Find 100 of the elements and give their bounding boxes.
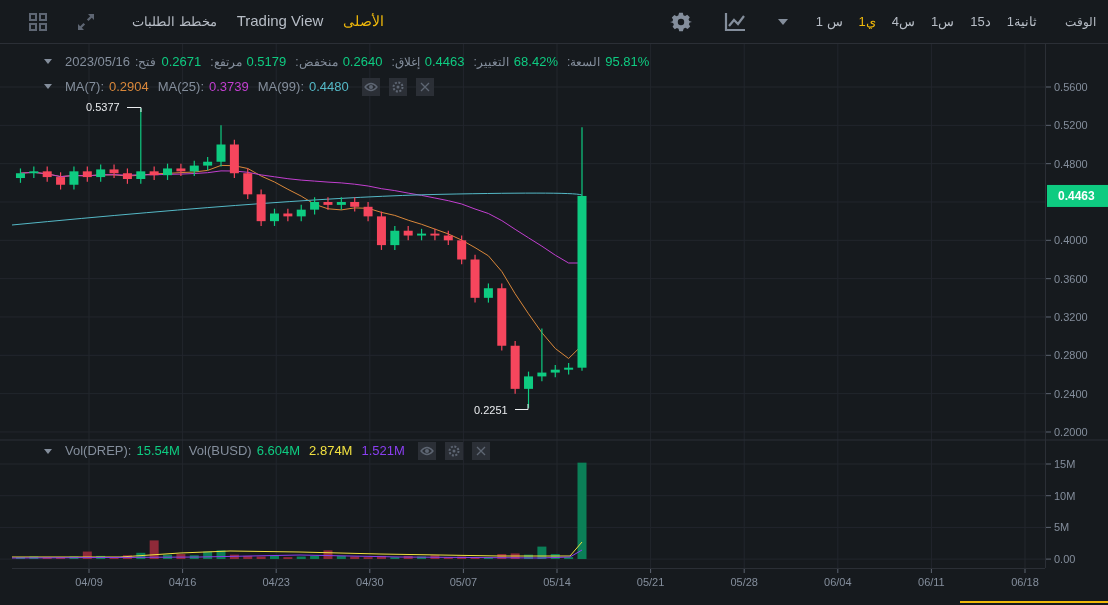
- grid-icon[interactable]: [28, 11, 48, 32]
- candle: [350, 196, 360, 213]
- axis-label: 04/23: [262, 576, 290, 588]
- legend-label: السعة:: [566, 53, 601, 71]
- axis-label: 05/21: [636, 576, 665, 588]
- candle: [376, 211, 386, 251]
- axis-label: 15M: [1054, 458, 1076, 470]
- candle: [457, 234, 467, 265]
- axis-label: 06/04: [824, 576, 852, 588]
- view-tab[interactable]: مخطط الطلبات: [132, 11, 217, 32]
- volume-bar: [350, 556, 360, 559]
- interval-tab[interactable]: 1ي: [858, 11, 876, 32]
- legend-label: MA(99):: [257, 78, 304, 96]
- caret-icon[interactable]: [44, 84, 52, 90]
- price-tag: [1047, 184, 1108, 207]
- candle: [363, 201, 373, 222]
- volume-bar: [296, 556, 306, 559]
- candle: [537, 327, 547, 382]
- settings-icon[interactable]: [388, 77, 407, 96]
- settings-icon[interactable]: [669, 10, 692, 33]
- volume-bar: [96, 555, 106, 559]
- expand-icon[interactable]: [76, 11, 96, 32]
- view-tab[interactable]: الأصلى: [343, 11, 385, 32]
- legend-value: 0.2671: [161, 53, 202, 71]
- volume-bar: [270, 555, 279, 559]
- view-tab[interactable]: Trading View: [236, 10, 324, 33]
- settings-icon[interactable]: [444, 442, 463, 460]
- candle: [430, 228, 440, 241]
- caret-icon[interactable]: [777, 18, 788, 25]
- candle: [270, 208, 279, 227]
- candle: [15, 167, 25, 184]
- axis-label: 0.2800: [1054, 349, 1088, 362]
- candle: [29, 165, 39, 179]
- axis-label: 0.3600: [1054, 272, 1088, 285]
- axis-label: 04/09: [75, 576, 103, 588]
- candle: [403, 225, 413, 241]
- candle: [163, 163, 173, 181]
- volume-bar: [403, 555, 413, 559]
- axis-label: 05/07: [449, 576, 478, 588]
- volume-bar: [510, 553, 520, 559]
- eye-icon[interactable]: [417, 442, 436, 460]
- candle: [109, 164, 119, 179]
- interval-tab[interactable]: 1س: [931, 11, 955, 32]
- legend-label: التغيير:: [473, 53, 509, 71]
- interval-tab[interactable]: 1ثانية: [1006, 11, 1037, 32]
- candle: [483, 282, 493, 304]
- axis-label: 0.2400: [1054, 387, 1088, 400]
- axis-label: 10M: [1054, 489, 1076, 502]
- legend-label: MA(25):: [157, 78, 204, 96]
- legend-label: مرتفع:: [210, 53, 242, 71]
- legend-label: MA(7):: [65, 78, 104, 96]
- interval-tab[interactable]: 4س: [891, 11, 916, 32]
- leader-line: [514, 403, 529, 410]
- line-chart-icon[interactable]: [723, 11, 746, 32]
- candle: [216, 124, 226, 168]
- candle: [323, 196, 333, 211]
- volume-bar: [69, 556, 79, 559]
- axis-label: 04/30: [356, 576, 384, 588]
- candle: [69, 165, 79, 191]
- volume-bar: [256, 556, 266, 559]
- current-price: 0.4463: [1058, 189, 1095, 204]
- volume-bar: [203, 551, 213, 559]
- candle: [176, 163, 186, 177]
- caret-icon[interactable]: [44, 448, 52, 454]
- candle: [56, 171, 66, 191]
- price-label: 0.2251: [474, 404, 508, 416]
- close-icon[interactable]: [471, 442, 490, 460]
- close-icon[interactable]: [415, 77, 434, 96]
- legend-value: 15.54M: [136, 442, 180, 461]
- volume-bar: [417, 556, 427, 559]
- candle: [443, 230, 453, 246]
- volume-bar: [550, 554, 560, 559]
- candle: [564, 362, 574, 376]
- axis-label: 0.4000: [1054, 234, 1088, 247]
- volume-bar: [189, 555, 199, 559]
- volume-bar: [82, 551, 92, 559]
- candle: [243, 167, 253, 200]
- candle: [417, 228, 427, 241]
- candle: [470, 254, 480, 304]
- legend-label: Vol(DREP):: [65, 442, 132, 461]
- axis-label: 0.5600: [1054, 81, 1088, 93]
- axis-label: 0.00: [1054, 553, 1076, 566]
- candle: [336, 196, 346, 211]
- volume-bar: [229, 554, 239, 559]
- legend-value: 1.521M: [361, 442, 405, 461]
- candle: [283, 208, 293, 222]
- interval-tab[interactable]: 1 س: [815, 11, 843, 32]
- eye-icon[interactable]: [361, 77, 380, 96]
- axis-label: 06/11: [918, 576, 945, 588]
- candle: [310, 196, 320, 216]
- candle: [550, 364, 560, 378]
- volume-bar: [243, 555, 253, 559]
- candle: [42, 165, 52, 183]
- legend-label: Vol(BUSD): [188, 442, 252, 461]
- interval-tab[interactable]: 15د: [970, 11, 991, 32]
- caret-icon[interactable]: [44, 59, 52, 65]
- volume-bar: [537, 546, 547, 559]
- volume-bar: [176, 554, 186, 559]
- legend-value: 95.81%: [605, 53, 650, 71]
- axis-label: 0.3200: [1054, 311, 1088, 323]
